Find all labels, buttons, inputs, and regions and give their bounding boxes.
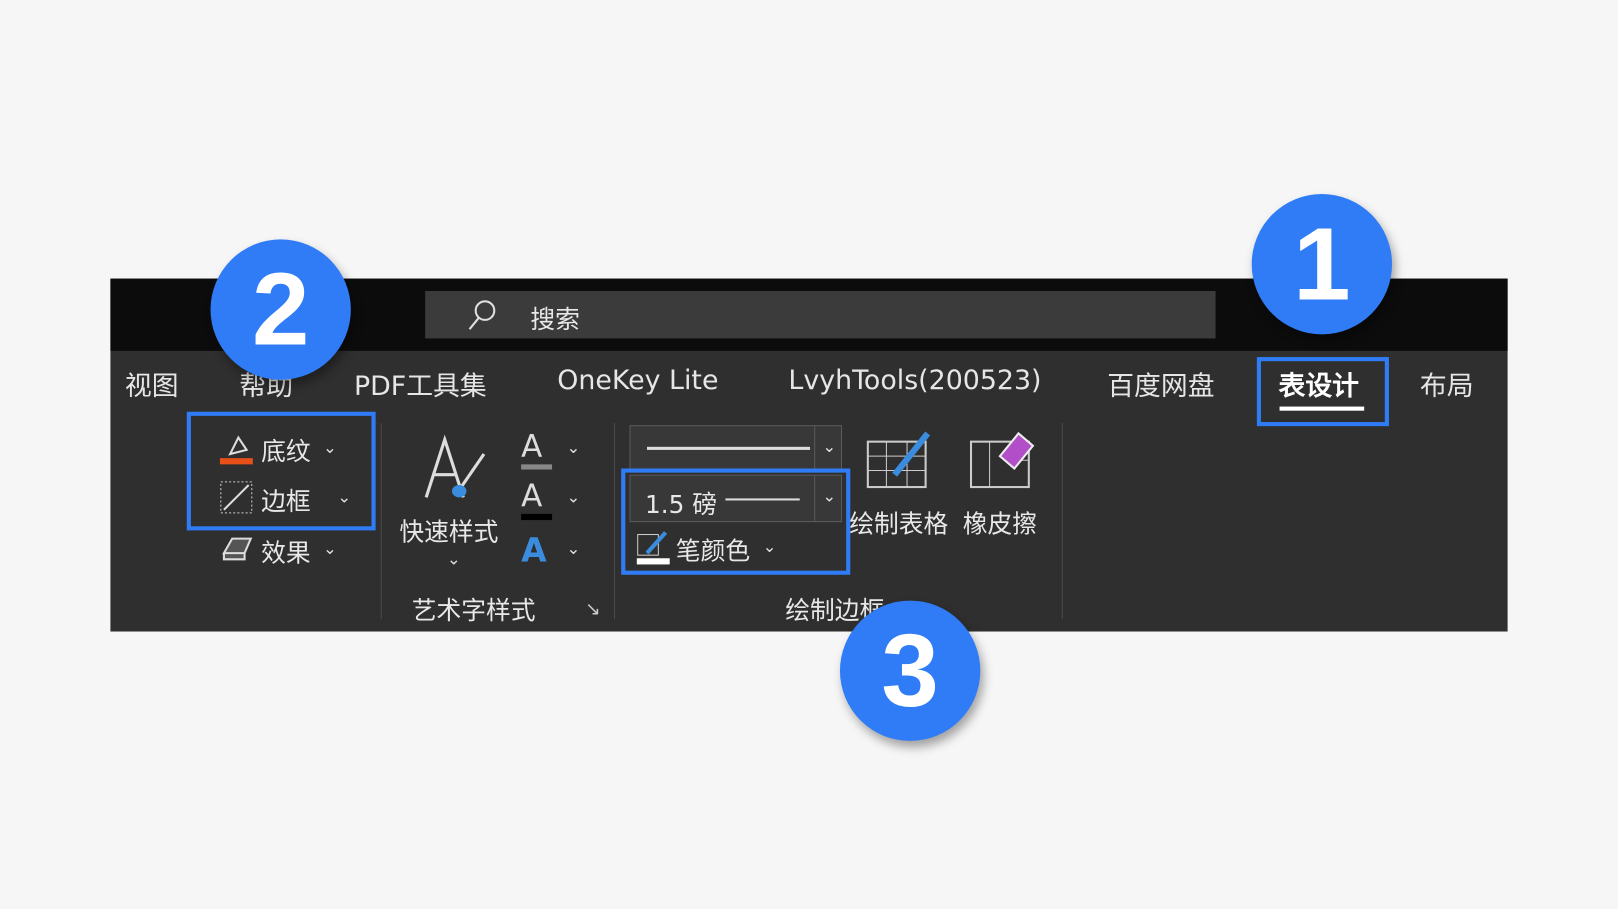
- text-outline-button[interactable]: A ⌄: [521, 478, 580, 521]
- highlight-line-weight-pen-color: [621, 468, 851, 575]
- effects-label: 效果: [261, 538, 311, 568]
- draw-table-button[interactable]: 绘制表格: [849, 429, 948, 543]
- tab-layout[interactable]: 布局: [1420, 365, 1474, 403]
- step-badge-3: 3: [839, 600, 981, 741]
- group-separator: [380, 423, 382, 620]
- highlight-table-design-tab: [1256, 357, 1389, 427]
- text-effects-icon: A: [521, 530, 547, 570]
- search-placeholder: 搜索: [530, 305, 580, 335]
- step-badge-1: 1: [1251, 193, 1393, 335]
- effects-icon: [222, 537, 253, 561]
- search-icon: [468, 300, 496, 330]
- tab-onekey-lite[interactable]: OneKey Lite: [557, 365, 718, 396]
- text-effects-button[interactable]: A ⌄: [521, 530, 580, 570]
- quick-styles-label: 快速样式: [399, 518, 499, 547]
- line-style-preview: [647, 446, 811, 450]
- group-separator: [613, 423, 616, 620]
- eraser-label: 橡皮擦: [962, 509, 1038, 539]
- quick-styles-icon: [424, 434, 486, 498]
- chevron-down-icon: ⌄: [822, 436, 837, 457]
- text-outline-icon: A: [521, 478, 543, 515]
- draw-table-label: 绘制表格: [849, 509, 949, 539]
- tab-pdf-tools[interactable]: PDF工具集: [354, 365, 487, 403]
- eraser-icon: [969, 431, 1035, 489]
- tab-baidu-netdisk[interactable]: 百度网盘: [1107, 365, 1214, 403]
- chevron-down-icon: ⌄: [446, 548, 461, 569]
- tab-view[interactable]: 视图: [125, 365, 179, 403]
- line-style-dropdown[interactable]: ⌄: [629, 425, 843, 473]
- search-input[interactable]: 搜索: [425, 290, 1216, 339]
- text-fill-icon: A: [521, 429, 543, 466]
- draw-table-icon: [866, 431, 931, 489]
- group-separator: [1061, 423, 1063, 620]
- eraser-button[interactable]: 橡皮擦: [963, 429, 1046, 543]
- chevron-down-icon: ⌄: [566, 487, 581, 507]
- highlight-shading-borders: [186, 411, 376, 531]
- wordart-group-label: 艺术字样式: [411, 596, 536, 626]
- tab-lvyhtools[interactable]: LvyhTools(200523): [788, 365, 1041, 396]
- chevron-down-icon: ⌄: [322, 538, 337, 559]
- text-fill-button[interactable]: A ⌄: [521, 429, 580, 470]
- dialog-launcher-icon[interactable]: ↘: [585, 599, 601, 621]
- quick-styles-button[interactable]: 快速样式 ⌄: [399, 433, 506, 569]
- step-badge-2: 2: [210, 239, 351, 380]
- chevron-down-icon: ⌄: [566, 538, 581, 559]
- chevron-down-icon: ⌄: [566, 437, 581, 458]
